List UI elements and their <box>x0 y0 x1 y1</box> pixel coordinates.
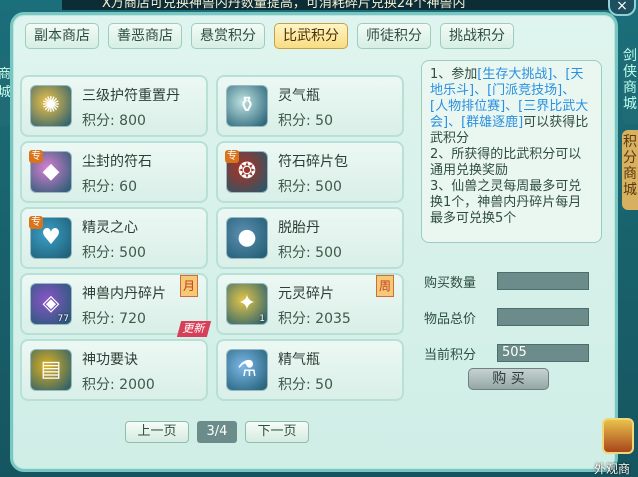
skill-book-icon: ▤ <box>30 349 72 391</box>
item-price: 积分: 500 <box>278 179 342 195</box>
item-card[interactable]: ♥ 专精灵之心积分: 500 <box>20 207 208 269</box>
spirit-bottle-icon: ⚱ <box>226 85 268 127</box>
desc-p1-prefix: 1、参加 <box>430 67 478 82</box>
item-name: 元灵碎片 <box>278 286 334 302</box>
item-card[interactable]: ▤ 神功要诀积分: 2000 <box>20 339 208 401</box>
appearance-shop-button[interactable]: 外观商 <box>594 418 638 477</box>
item-card[interactable]: ◈ 77 神兽内丹碎片 积分: 720 月更新 <box>20 273 212 337</box>
item-price: 积分: 720 <box>82 311 146 327</box>
exclusive-badge: 专 <box>29 216 43 229</box>
current-points-value: 505 <box>497 344 589 362</box>
item-price: 积分: 60 <box>82 179 137 195</box>
qty-input[interactable] <box>497 272 589 290</box>
desc-p3: 3、仙兽之灵每周最多可兑换1个，神兽内丹碎片每月最多可兑换5个 <box>430 179 582 226</box>
treasure-chest-icon <box>602 418 634 454</box>
item-card[interactable]: ❂ 专符石碎片包积分: 500 <box>216 141 404 203</box>
essence-bottle-icon: ⚗ <box>226 349 268 391</box>
buy-button[interactable]: 购 买 <box>468 368 549 390</box>
appearance-shop-label: 外观商 <box>594 462 631 476</box>
item-name: 精气瓶 <box>278 352 320 368</box>
tab-duel-points[interactable]: 比武积分 <box>274 23 348 49</box>
item-count: 1 <box>259 314 265 324</box>
tab-dungeon-shop[interactable]: 副本商店 <box>25 23 99 49</box>
tab-karma-shop[interactable]: 善恶商店 <box>108 23 182 49</box>
item-card[interactable]: ✺ 三级护符重置丹 积分: 800 <box>20 75 208 137</box>
prev-page-button[interactable]: 上一页 <box>125 421 189 443</box>
page-indicator: 3/4 <box>197 421 237 443</box>
item-card[interactable]: ⚗ 精气瓶积分: 50 <box>216 339 404 401</box>
rune-bag-icon: ❂ 专 <box>225 150 268 193</box>
item-price: 积分: 2035 <box>278 311 351 327</box>
window-frame: X万商店可兑换神兽内丹数量提高，可消耗碎片兑换24个神兽内 × 商城 剑侠商城 … <box>0 0 638 477</box>
spirit-heart-icon: ♥ 专 <box>29 216 72 259</box>
item-name: 脱胎丹 <box>278 220 320 236</box>
desc-p2: 2、所获得的比武积分可以通用兑换奖励 <box>430 147 582 178</box>
item-count: 77 <box>57 314 69 324</box>
exclusive-badge: 专 <box>29 150 43 163</box>
exclusive-badge: 专 <box>225 150 239 163</box>
pager: 上一页 3/4 下一页 <box>125 421 309 443</box>
item-name: 神兽内丹碎片 <box>82 286 166 302</box>
spirit-shard-icon: ✦ 1 <box>226 283 268 325</box>
top-notice: X万商店可兑换神兽内丹数量提高，可消耗碎片兑换24个神兽内 <box>62 0 617 10</box>
item-price: 积分: 50 <box>278 377 333 393</box>
item-name: 精灵之心 <box>82 220 138 236</box>
item-card[interactable]: ✦ 1 元灵碎片积分: 2035 周 <box>216 273 404 335</box>
item-name: 尘封的符石 <box>82 154 152 170</box>
amulet-pill-icon: ✺ <box>30 85 72 127</box>
next-page-button[interactable]: 下一页 <box>245 421 309 443</box>
item-card[interactable]: ⚱ 灵气瓶积分: 50 <box>216 75 404 137</box>
total-value <box>497 308 589 326</box>
item-name: 灵气瓶 <box>278 88 320 104</box>
item-price: 积分: 800 <box>82 113 146 129</box>
item-card[interactable]: ◆ 专尘封的符石积分: 60 <box>20 141 208 203</box>
rune-stone-icon: ◆ 专 <box>29 150 72 193</box>
qty-label: 购买数量 <box>424 276 477 291</box>
limit-badge: 周 <box>376 275 394 297</box>
item-price: 积分: 500 <box>278 245 342 261</box>
shop-tabs: 副本商店 善恶商店 悬赏积分 比武积分 师徒积分 挑战积分 <box>25 23 514 49</box>
item-name: 神功要诀 <box>82 352 138 368</box>
item-name: 三级护符重置丹 <box>82 88 180 104</box>
new-badge: 更新 <box>176 321 212 337</box>
total-label: 物品总价 <box>424 312 477 327</box>
tab-jianxia-shop[interactable]: 剑侠商城 <box>622 44 638 124</box>
limit-badge: 月 <box>180 275 198 297</box>
tab-challenge-points[interactable]: 挑战积分 <box>440 23 514 49</box>
top-notice-text: X万商店可兑换神兽内丹数量提高，可消耗碎片兑换24个神兽内 <box>102 0 466 10</box>
item-price: 积分: 50 <box>278 113 333 129</box>
close-icon[interactable]: × <box>608 0 636 16</box>
rebirth-pill-icon: ● <box>226 217 268 259</box>
item-price: 积分: 2000 <box>82 377 155 393</box>
beast-core-shard-icon: ◈ 77 <box>30 283 72 325</box>
tab-bounty-points[interactable]: 悬赏积分 <box>191 23 265 49</box>
tab-points-shop[interactable]: 积分商城 <box>622 130 638 210</box>
item-name: 符石碎片包 <box>278 154 348 170</box>
item-card[interactable]: ● 脱胎丹积分: 500 <box>216 207 404 269</box>
current-points-label: 当前积分 <box>424 348 477 363</box>
description-box: 1、参加[生存大挑战]、[天地乐斗]、[门派竞技场]、[人物排位赛]、[三界比武… <box>421 60 602 243</box>
item-price: 积分: 500 <box>82 245 146 261</box>
tab-mentor-points[interactable]: 师徒积分 <box>357 23 431 49</box>
